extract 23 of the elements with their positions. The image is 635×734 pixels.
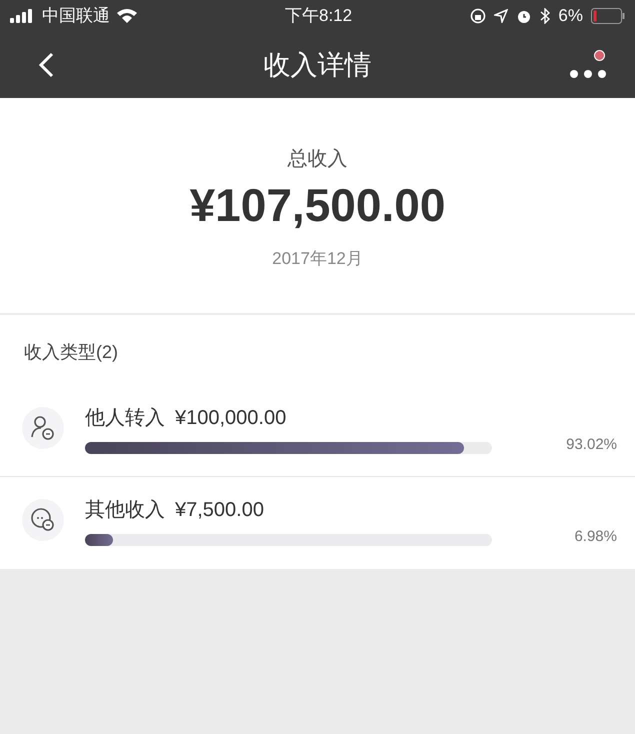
income-type-amount: ¥100,000.00 <box>175 406 286 431</box>
income-type-name: 其他收入 <box>85 498 165 523</box>
alarm-clock-icon <box>516 8 532 24</box>
income-type-name: 他人转入 <box>85 406 165 431</box>
status-time: 下午8:12 <box>285 5 352 28</box>
wifi-icon <box>116 8 138 24</box>
income-type-percent: 93.02% <box>566 435 617 455</box>
battery-icon <box>591 8 625 24</box>
income-type-percent: 6.98% <box>574 527 617 547</box>
total-income-amount: ¥107,500.00 <box>190 182 446 228</box>
income-type-amount: ¥7,500.00 <box>175 498 264 523</box>
carrier-name: 中国联通 <box>42 5 110 28</box>
section-title: 收入类型(2) <box>24 340 118 364</box>
total-income-label: 总收入 <box>288 147 348 172</box>
chat-bubble-icon <box>30 507 56 533</box>
bluetooth-icon <box>540 8 550 24</box>
rotation-lock-icon <box>470 8 486 24</box>
more-icon <box>569 69 607 79</box>
period-label: 2017年12月 <box>272 248 363 270</box>
location-arrow-icon <box>494 9 508 23</box>
page-title: 收入详情 <box>264 48 372 82</box>
person-icon <box>30 415 56 441</box>
battery-percent: 6% <box>558 5 583 28</box>
